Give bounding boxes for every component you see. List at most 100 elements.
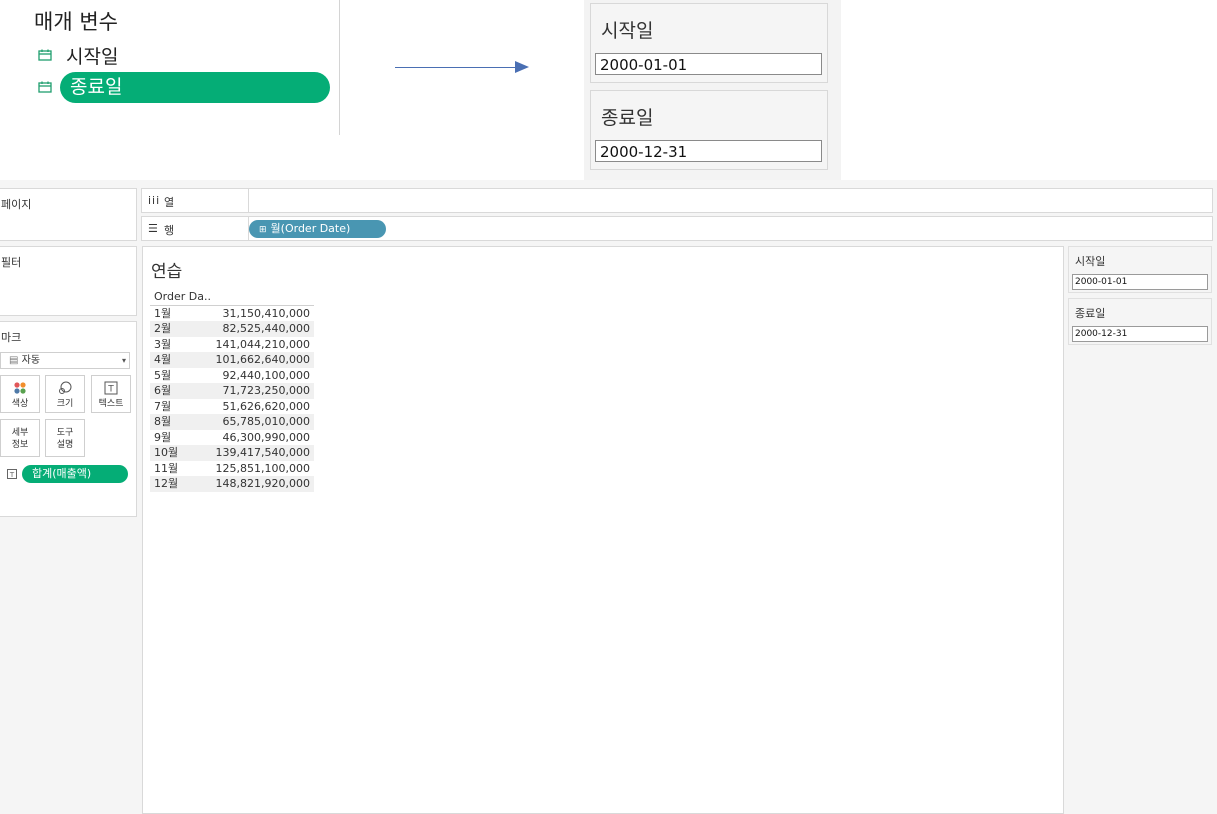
calendar-icon bbox=[38, 49, 52, 61]
color-button-label: 색상 bbox=[11, 399, 29, 409]
row-month-label: 6월 bbox=[154, 384, 172, 397]
month-order-date-pill[interactable]: ⊞ 월(Order Date) bbox=[249, 220, 386, 238]
table-row: 3월 141,044,210,000 bbox=[150, 337, 314, 353]
dropdown-icon: ▾ bbox=[121, 356, 126, 365]
table-row: 4월 101,662,640,000 bbox=[150, 352, 314, 368]
sheet-title: 연습 bbox=[151, 262, 183, 282]
text-button-label: 텍스트 bbox=[98, 399, 124, 409]
end-date-input-small[interactable]: 2000-12-31 bbox=[1072, 326, 1208, 342]
columns-icon: iii bbox=[148, 194, 161, 207]
table-row: 9월 46,300,990,000 bbox=[150, 430, 314, 446]
svg-text:T: T bbox=[9, 471, 15, 479]
detail-button[interactable]: 세부 정보 bbox=[0, 419, 40, 457]
expand-icon: ⊞ bbox=[259, 225, 267, 235]
table-row: 11월 125,851,100,000 bbox=[150, 461, 314, 477]
row-month-label: 4월 bbox=[154, 353, 172, 366]
parameters-panel-title: 매개 변수 bbox=[34, 10, 118, 34]
size-button[interactable]: 크기 bbox=[45, 375, 85, 413]
row-month-label: 10월 bbox=[154, 446, 179, 459]
sum-sales-pill[interactable]: 합계(매출액) bbox=[22, 465, 128, 483]
columns-shelf-label: 열 bbox=[164, 196, 175, 209]
size-button-label: 크기 bbox=[56, 399, 74, 409]
parameter-control-end-date: 종료일 2000-12-31 bbox=[590, 90, 828, 170]
size-icon bbox=[59, 381, 72, 394]
row-sales-value: 139,417,540,000 bbox=[215, 446, 310, 459]
arrow-head-icon bbox=[515, 61, 529, 73]
pages-shelf-label: 페이지 bbox=[1, 198, 32, 211]
detail-button-label-1: 세부 bbox=[11, 428, 29, 438]
start-date-input-small[interactable]: 2000-01-01 bbox=[1072, 274, 1208, 290]
row-month-label: 11월 bbox=[154, 461, 179, 475]
text-mark-icon: T bbox=[7, 469, 17, 479]
row-sales-value: 125,851,100,000 bbox=[215, 461, 310, 475]
data-table: Order Da.. 1월 31,150,410,000 2월 82,525,440,… bbox=[150, 289, 314, 492]
table-header: Order Da.. bbox=[150, 289, 314, 306]
mark-type-icon: ▤ bbox=[9, 355, 19, 366]
row-month-label: 2월 bbox=[154, 322, 172, 335]
row-sales-value: 141,044,210,000 bbox=[215, 337, 310, 351]
row-sales-value: 148,821,920,000 bbox=[215, 477, 310, 490]
table-row: 10월 139,417,540,000 bbox=[150, 445, 314, 461]
parameter-control-title: 종료일 bbox=[1075, 307, 1106, 320]
table-row: 5월 92,440,100,000 bbox=[150, 368, 314, 384]
shelf-divider bbox=[248, 189, 249, 212]
tooltip-button-label-1: 도구 bbox=[56, 428, 74, 438]
text-button[interactable]: T 텍스트 bbox=[91, 375, 131, 413]
parameters-panel: 매개 변수 시작일 종료일 bbox=[0, 0, 340, 135]
row-month-label: 7월 bbox=[154, 399, 172, 413]
table-row: 12월 148,821,920,000 bbox=[150, 476, 314, 492]
table-row: 8월 65,785,010,000 bbox=[150, 414, 314, 430]
row-month-label: 12월 bbox=[154, 477, 179, 490]
rows-icon: ☰ bbox=[148, 222, 158, 235]
parameter-control-title: 종료일 bbox=[601, 107, 654, 129]
parameter-control-start-date: 시작일 2000-01-01 bbox=[590, 3, 828, 83]
row-sales-value: 65,785,010,000 bbox=[222, 415, 310, 428]
marks-card-title: 마크 bbox=[1, 331, 22, 344]
mark-type-select[interactable]: ▤ 자동 ▾ bbox=[0, 352, 130, 369]
parameter-control-start-date-small: 시작일 2000-01-01 bbox=[1068, 246, 1212, 293]
row-sales-value: 31,150,410,000 bbox=[222, 306, 310, 320]
parameter-control-title: 시작일 bbox=[1075, 255, 1106, 268]
row-sales-value: 51,626,620,000 bbox=[222, 399, 310, 413]
mark-type-label: 자동 bbox=[21, 355, 41, 366]
end-date-input[interactable]: 2000-12-31 bbox=[595, 140, 822, 162]
color-icon bbox=[14, 382, 26, 394]
calendar-icon bbox=[38, 81, 52, 93]
rows-shelf-label: 행 bbox=[164, 224, 175, 237]
svg-text:T: T bbox=[107, 385, 114, 395]
parameter-control-end-date-small: 종료일 2000-12-31 bbox=[1068, 298, 1212, 345]
filters-shelf-label: 필터 bbox=[1, 256, 22, 269]
table-row: 1월 31,150,410,000 bbox=[150, 306, 314, 322]
row-sales-value: 71,723,250,000 bbox=[222, 384, 310, 397]
columns-shelf[interactable]: iii 열 bbox=[141, 188, 1213, 213]
filters-shelf[interactable]: 필터 bbox=[0, 246, 137, 316]
parameter-controls-large: 시작일 2000-01-01 종료일 2000-12-31 bbox=[584, 0, 841, 180]
text-icon: T bbox=[104, 381, 118, 395]
parameter-control-title: 시작일 bbox=[601, 20, 654, 42]
parameter-item-start-date[interactable]: 시작일 bbox=[0, 40, 339, 70]
row-sales-value: 101,662,640,000 bbox=[215, 353, 310, 366]
row-sales-value: 82,525,440,000 bbox=[222, 322, 310, 335]
color-button[interactable]: 색상 bbox=[0, 375, 40, 413]
parameter-item-label: 종료일 bbox=[60, 71, 330, 103]
tooltip-button-label-2: 설명 bbox=[56, 440, 74, 450]
detail-button-label-2: 정보 bbox=[11, 440, 29, 450]
arrow-connector bbox=[395, 67, 515, 68]
table-row: 7월 51,626,620,000 bbox=[150, 399, 314, 415]
row-sales-value: 92,440,100,000 bbox=[222, 368, 310, 382]
row-month-label: 5월 bbox=[154, 368, 172, 382]
row-month-label: 8월 bbox=[154, 415, 172, 428]
tooltip-button[interactable]: 도구 설명 bbox=[45, 419, 85, 457]
parameter-item-label: 시작일 bbox=[66, 45, 119, 68]
month-order-date-pill-label: 월(Order Date) bbox=[270, 222, 351, 235]
table-row: 2월 82,525,440,000 bbox=[150, 321, 314, 337]
row-month-label: 3월 bbox=[154, 337, 172, 351]
table-row: 6월 71,723,250,000 bbox=[150, 383, 314, 399]
row-month-label: 9월 bbox=[154, 430, 172, 444]
parameter-item-end-date[interactable]: 종료일 bbox=[0, 71, 339, 103]
row-month-label: 1월 bbox=[154, 306, 172, 320]
pages-shelf[interactable]: 페이지 bbox=[0, 188, 137, 241]
column-header-order-date[interactable]: Order Da.. bbox=[154, 289, 211, 305]
row-sales-value: 46,300,990,000 bbox=[222, 430, 310, 444]
start-date-input[interactable]: 2000-01-01 bbox=[595, 53, 822, 75]
